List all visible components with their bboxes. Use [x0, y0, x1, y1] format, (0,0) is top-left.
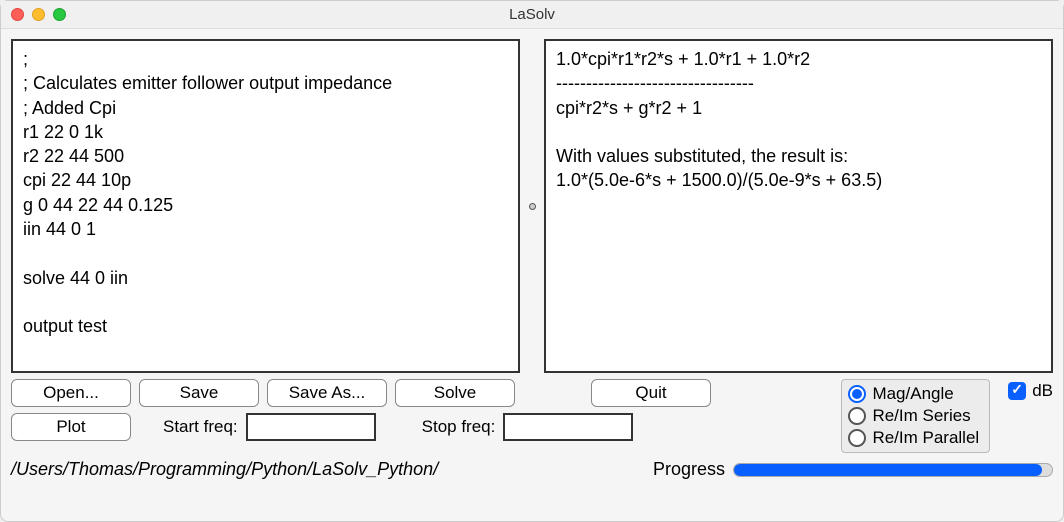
stop-freq-label: Stop freq: — [422, 417, 496, 437]
window-title: LaSolv — [1, 6, 1063, 23]
radio-mag-angle[interactable]: Mag/Angle — [848, 384, 979, 404]
open-button[interactable]: Open... — [11, 379, 131, 407]
output-pane: 1.0*cpi*r1*r2*s + 1.0*r1 + 1.0*r2 ------… — [544, 39, 1053, 373]
splitter[interactable] — [528, 39, 536, 373]
plot-button[interactable]: Plot — [11, 413, 131, 441]
app-window: LaSolv ; ; Calculates emitter follower o… — [0, 0, 1064, 522]
titlebar: LaSolv — [1, 1, 1063, 29]
quit-button[interactable]: Quit — [591, 379, 711, 407]
radio-reim-parallel[interactable]: Re/Im Parallel — [848, 428, 979, 448]
close-icon[interactable] — [11, 8, 24, 21]
progress-bar — [733, 463, 1053, 477]
radio-reim-series[interactable]: Re/Im Series — [848, 406, 979, 426]
db-label: dB — [1032, 381, 1053, 401]
button-column: Open... Save Save As... Solve Quit Plot … — [11, 379, 711, 441]
radio-label: Mag/Angle — [872, 384, 953, 404]
radio-icon — [848, 429, 866, 447]
save-button[interactable]: Save — [139, 379, 259, 407]
progress-section: Progress — [653, 459, 1053, 480]
format-radio-group: Mag/Angle Re/Im Series Re/Im Parallel — [841, 379, 990, 453]
checkbox-icon[interactable] — [1008, 382, 1026, 400]
radio-label: Re/Im Parallel — [872, 428, 979, 448]
start-freq-label: Start freq: — [163, 417, 238, 437]
radio-icon — [848, 385, 866, 403]
db-checkbox-row[interactable]: dB — [1008, 381, 1053, 401]
solve-button[interactable]: Solve — [395, 379, 515, 407]
file-path: /Users/Thomas/Programming/Python/LaSolv_… — [11, 459, 438, 480]
minimize-icon[interactable] — [32, 8, 45, 21]
input-pane[interactable]: ; ; Calculates emitter follower output i… — [11, 39, 520, 373]
window-controls — [11, 8, 66, 21]
radio-label: Re/Im Series — [872, 406, 970, 426]
maximize-icon[interactable] — [53, 8, 66, 21]
editor-panes: ; ; Calculates emitter follower output i… — [1, 29, 1063, 379]
progress-label: Progress — [653, 459, 725, 480]
radio-icon — [848, 407, 866, 425]
splitter-handle-icon[interactable] — [529, 203, 536, 210]
start-freq-input[interactable] — [246, 413, 376, 441]
progress-fill — [734, 464, 1042, 476]
stop-freq-input[interactable] — [503, 413, 633, 441]
controls-row: Open... Save Save As... Solve Quit Plot … — [1, 379, 1063, 457]
saveas-button[interactable]: Save As... — [267, 379, 387, 407]
status-bar: /Users/Thomas/Programming/Python/LaSolv_… — [1, 457, 1063, 486]
